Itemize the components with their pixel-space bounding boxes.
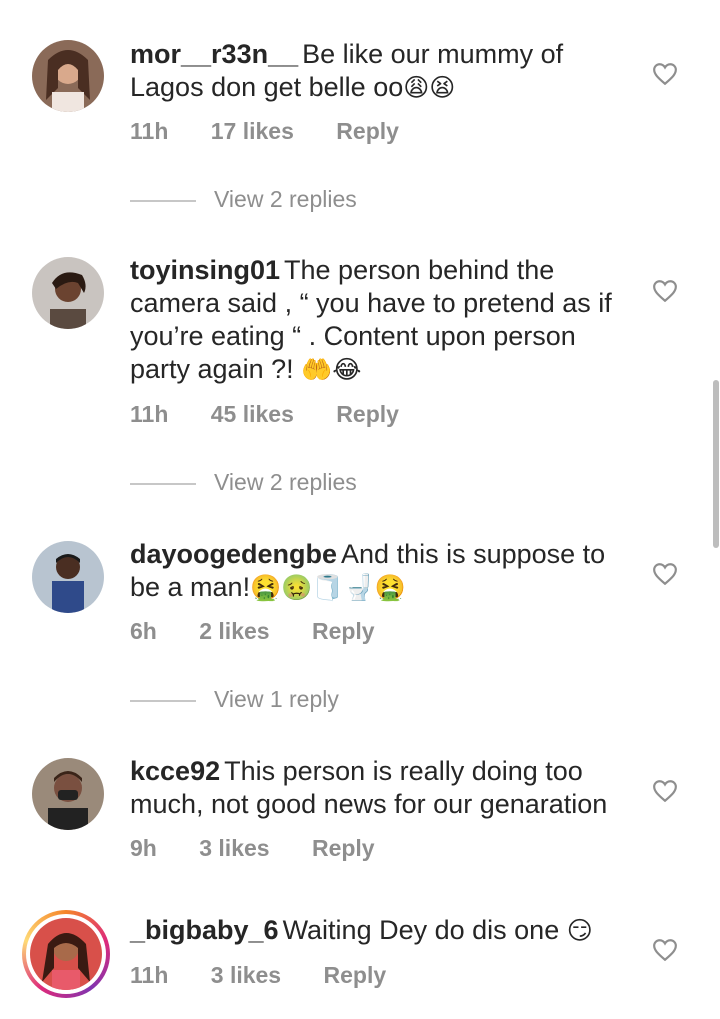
comment-time: 9h bbox=[130, 835, 157, 861]
comment-meta: 11h 45 likes Reply bbox=[130, 401, 435, 428]
comment-likes[interactable]: 3 likes bbox=[199, 835, 269, 861]
replies-divider bbox=[130, 482, 196, 485]
comment-time: 11h bbox=[130, 118, 169, 144]
comment-username[interactable]: kcce92 bbox=[130, 756, 220, 786]
avatar[interactable] bbox=[32, 541, 104, 613]
view-replies-button[interactable]: View 2 replies bbox=[130, 469, 357, 496]
comment-text: mor__r33n__ Be like our mummy of Lagos do… bbox=[130, 38, 630, 104]
story-ring-inner bbox=[26, 914, 106, 994]
comment-text: _bigbaby_6 Waiting Dey do dis one 😏 bbox=[130, 914, 630, 947]
comment-username[interactable]: mor__r33n__ bbox=[130, 39, 298, 69]
heart-outline-icon[interactable] bbox=[652, 61, 678, 87]
replies-divider bbox=[130, 699, 196, 702]
comment-username[interactable]: toyinsing01 bbox=[130, 255, 280, 285]
comment-likes[interactable]: 3 likes bbox=[211, 962, 281, 988]
heart-outline-icon[interactable] bbox=[652, 561, 678, 587]
reply-button[interactable]: Reply bbox=[336, 401, 399, 427]
comment-text: kcce92 This person is really doing too mu… bbox=[130, 755, 630, 821]
story-ring[interactable] bbox=[22, 910, 110, 998]
comment-emoji: 😩😫 bbox=[403, 73, 456, 102]
comment-time: 6h bbox=[130, 618, 157, 644]
reply-button[interactable]: Reply bbox=[312, 835, 375, 861]
scrollbar[interactable] bbox=[713, 380, 719, 548]
heart-outline-icon[interactable] bbox=[652, 778, 678, 804]
replies-divider bbox=[130, 199, 196, 202]
comment-likes[interactable]: 17 likes bbox=[211, 118, 294, 144]
comment-text: toyinsing01 The person behind the camera … bbox=[130, 254, 630, 386]
comment-emoji: 🤲😂 bbox=[301, 355, 362, 384]
avatar[interactable] bbox=[32, 40, 104, 112]
comment-likes[interactable]: 45 likes bbox=[211, 401, 294, 427]
avatar[interactable] bbox=[30, 918, 102, 990]
comment-username[interactable]: dayoogedengbe bbox=[130, 539, 337, 569]
comment-meta: 6h 2 likes Reply bbox=[130, 618, 411, 645]
comment-time: 11h bbox=[130, 962, 169, 988]
comment-text: dayoogedengbe And this is suppose to be a… bbox=[130, 538, 630, 604]
view-replies-button[interactable]: View 1 reply bbox=[130, 686, 339, 713]
view-replies-label: View 1 reply bbox=[214, 686, 339, 712]
comment-body: Waiting Dey do dis one bbox=[282, 915, 560, 945]
heart-outline-icon[interactable] bbox=[652, 278, 678, 304]
comment-meta: 11h 3 likes Reply bbox=[130, 962, 422, 989]
comment-emoji: 😏 bbox=[566, 916, 593, 945]
comment-meta: 9h 3 likes Reply bbox=[130, 835, 411, 862]
comment-emoji: 🤮🤢🧻🚽🤮 bbox=[250, 573, 406, 602]
avatar[interactable] bbox=[32, 257, 104, 329]
reply-button[interactable]: Reply bbox=[312, 618, 375, 644]
avatar[interactable] bbox=[32, 758, 104, 830]
reply-button[interactable]: Reply bbox=[336, 118, 399, 144]
view-replies-button[interactable]: View 2 replies bbox=[130, 186, 357, 213]
comment-time: 11h bbox=[130, 401, 169, 427]
heart-outline-icon[interactable] bbox=[652, 937, 678, 963]
view-replies-label: View 2 replies bbox=[214, 186, 357, 212]
comment-username[interactable]: _bigbaby_6 bbox=[130, 915, 279, 945]
reply-button[interactable]: Reply bbox=[324, 962, 387, 988]
view-replies-label: View 2 replies bbox=[214, 469, 357, 495]
comment-meta: 11h 17 likes Reply bbox=[130, 118, 435, 145]
comment-likes[interactable]: 2 likes bbox=[199, 618, 269, 644]
